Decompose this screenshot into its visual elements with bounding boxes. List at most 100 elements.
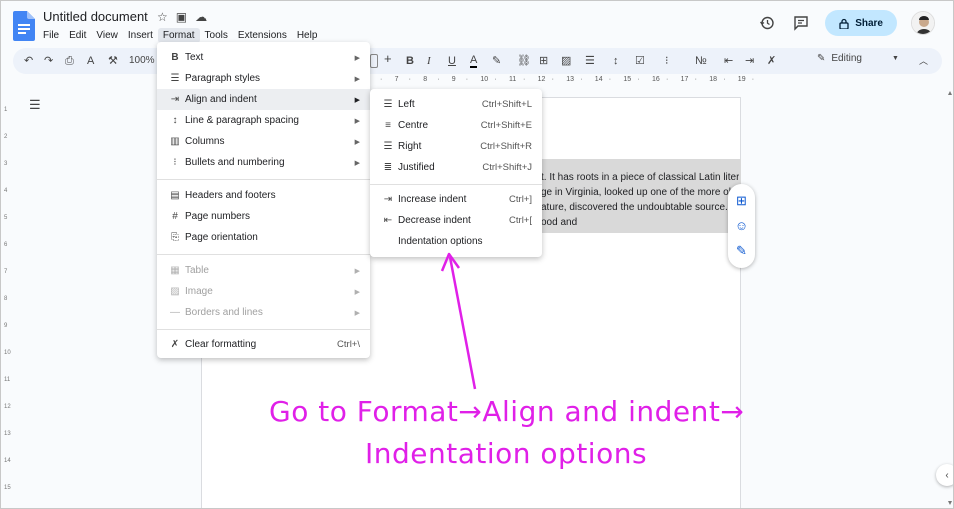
line-spacing-toolbar-icon[interactable]: ↕ [613,54,619,68]
ruler-tick-label: 7 [4,269,8,275]
menu-insert[interactable]: Insert [123,28,158,43]
cloud-status-icon[interactable]: ☁ [195,10,207,24]
document-text-line[interactable]: ood and [541,217,739,228]
spellcheck-icon[interactable]: A [87,54,94,68]
submenu-item-align-right[interactable]: ☰ Right Ctrl+Shift+R [370,136,542,157]
menu-tools[interactable]: Tools [200,28,233,43]
menu-item-label: Page orientation [185,232,258,243]
increase-indent-toolbar-icon[interactable]: ⇥ [745,54,754,68]
ruler-tick-mark: · [523,76,526,83]
menu-view[interactable]: View [91,28,123,43]
emoji-reaction-icon[interactable]: ☺ [735,218,748,233]
add-comment-icon[interactable]: ⊞ [539,54,548,68]
submenu-item-justified[interactable]: ≣ Justified Ctrl+Shift+J [370,157,542,178]
decrease-indent-toolbar-icon[interactable]: ⇤ [724,54,733,68]
bold-icon[interactable]: B [406,54,414,68]
add-comment-icon[interactable]: ⊞ [736,193,747,209]
document-outline-icon[interactable]: ☰ [29,97,41,113]
headers-footers-icon: ▤ [170,190,180,201]
toolbar: ↶ ↷ ⎙ A ⚒ 100% + B I U A ✎ ⛓ ⊞ ▨ ☰ ↕ ☑ ⁝… [13,48,942,74]
chevron-left-icon: ‹ [945,469,949,481]
version-history-icon[interactable] [757,13,777,33]
checklist-icon[interactable]: ☑ [635,54,645,68]
ruler-tick-label: 13 [566,76,574,83]
bulleted-list-icon[interactable]: ⁝ [665,54,669,68]
format-menu-item-page-orientation[interactable]: ⎘ Page orientation [157,227,370,248]
ruler-tick-mark: · [751,76,755,83]
menu-format[interactable]: Format [157,28,200,43]
vertical-ruler[interactable]: 1 2 3 4 5 6 7 8 9 10 11 12 13 14 15 [3,87,12,507]
format-menu-item-headers-footers[interactable]: ▤ Headers and footers [157,185,370,206]
submenu-item-align-left[interactable]: ☰ Left Ctrl+Shift+L [370,94,542,115]
format-menu-item-columns[interactable]: ▥ Columns ▶ [157,131,370,152]
move-folder-icon[interactable]: ▣ [176,10,187,24]
format-menu-item-text[interactable]: B Text ▶ [157,47,370,68]
hide-menus-icon[interactable]: ︿ [919,54,928,68]
align-toolbar-icon[interactable]: ☰ [585,54,595,68]
avatar[interactable] [911,11,935,35]
increase-indent-icon: ⇥ [383,194,393,205]
increase-font-size-icon[interactable]: + [384,52,392,66]
highlight-icon[interactable]: ✎ [492,54,501,68]
insert-image-icon[interactable]: ▨ [561,54,571,68]
ruler-tick-label: 11 [4,377,11,383]
image-icon: ▨ [170,286,180,297]
chevron-right-icon: ▶ [354,138,360,146]
share-label: Share [855,17,883,29]
underline-icon[interactable]: U [448,54,456,68]
document-text-line[interactable]: ature, discovered the undoubtable source… [541,202,739,213]
document-title[interactable]: Untitled document [43,9,148,24]
docs-logo-icon[interactable] [13,11,35,41]
shortcut-label: Ctrl+Shift+R [480,141,532,152]
ruler-tick-label: 9 [451,76,456,83]
paint-format-icon[interactable]: ⚒ [108,54,118,68]
ruler-tick-label: 15 [4,485,11,491]
numbered-list-icon[interactable]: № [695,54,707,68]
menu-item-label: Borders and lines [185,307,263,318]
submenu-item-align-centre[interactable]: ≡ Centre Ctrl+Shift+E [370,115,542,136]
format-menu-item-align-indent[interactable]: ⇥ Align and indent ▶ [157,89,370,110]
redo-icon[interactable]: ↷ [44,54,53,68]
font-size-field[interactable] [370,54,378,68]
editing-mode-dropdown[interactable]: ✎ Editing ▼ [817,53,899,64]
italic-icon[interactable]: I [427,54,431,68]
menu-file[interactable]: File [38,28,64,43]
menu-divider [157,179,370,180]
ruler-tick-label: 14 [594,76,603,83]
editing-label: Editing [831,53,862,64]
suggest-edit-icon[interactable]: ✎ [736,243,747,259]
comments-icon[interactable] [791,13,811,33]
menu-extensions[interactable]: Extensions [233,28,292,43]
menu-edit[interactable]: Edit [64,28,91,43]
format-menu-item-page-numbers[interactable]: # Page numbers [157,206,370,227]
print-icon[interactable]: ⎙ [65,54,74,68]
ruler-tick-label: 13 [4,431,11,437]
scrollbar[interactable] [947,91,953,505]
borders-icon: — [170,307,180,318]
clear-formatting-toolbar-icon[interactable]: ✗ [767,54,776,68]
share-button[interactable]: Share [825,10,897,36]
format-menu-item-clear-formatting[interactable]: ✗ Clear formatting Ctrl+\ [157,334,370,355]
submenu-item-indentation-options[interactable]: Indentation options [370,231,542,252]
undo-icon[interactable]: ↶ [24,54,33,68]
format-menu-item-line-spacing[interactable]: ↕ Line & paragraph spacing ▶ [157,110,370,131]
side-panel-toggle-button[interactable]: ‹ [936,464,953,486]
submenu-item-increase-indent[interactable]: ⇥ Increase indent Ctrl+] [370,189,542,210]
ruler-tick-label: 12 [4,404,11,410]
menu-help[interactable]: Help [292,28,323,43]
menu-item-label: Justified [398,162,435,173]
submenu-item-decrease-indent[interactable]: ⇤ Decrease indent Ctrl+[ [370,210,542,231]
text-color-icon[interactable]: A [470,54,478,68]
format-menu-item-paragraph-styles[interactable]: ☰ Paragraph styles ▶ [157,68,370,89]
ruler-tick-mark: · [551,76,554,83]
insert-link-icon[interactable]: ⛓ [517,54,531,68]
menu-item-label: Increase indent [398,194,467,205]
document-text-line[interactable]: t. It has roots in a piece of classical … [541,172,739,183]
format-menu-item-bullets[interactable]: ⁝ Bullets and numbering ▶ [157,152,370,173]
star-icon[interactable]: ☆ [157,10,168,24]
zoom-select[interactable]: 100% [129,54,155,68]
chevron-right-icon: ▶ [354,54,360,62]
decrease-indent-icon: ⇤ [383,215,393,226]
document-text-line[interactable]: ge in Virginia, looked up one of the mor… [541,187,739,198]
shortcut-label: Ctrl+Shift+L [481,99,532,110]
